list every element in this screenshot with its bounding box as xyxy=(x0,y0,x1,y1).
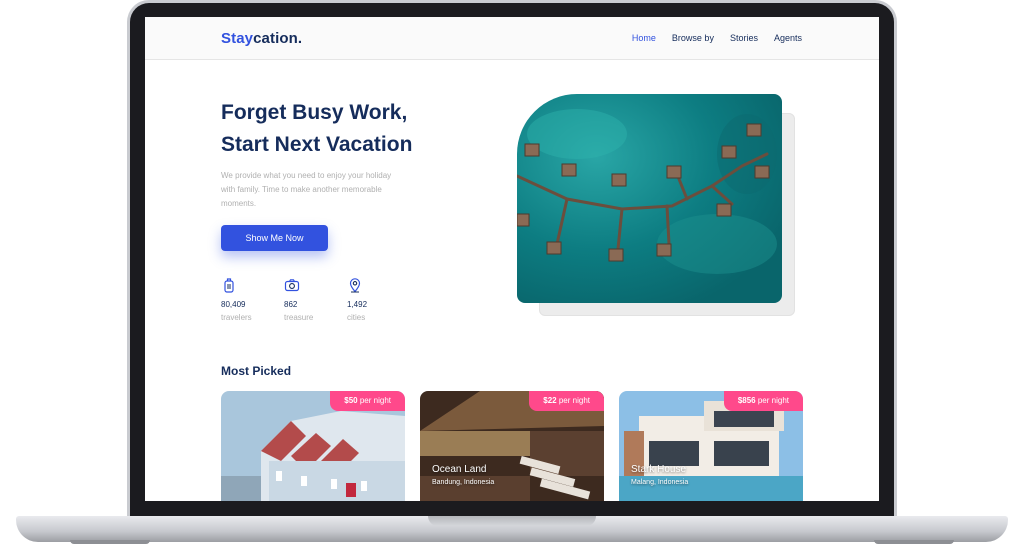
laptop-screen: Staycation. Home Browse by Stories Agent… xyxy=(145,17,879,501)
price-tag: $856 per night xyxy=(723,391,803,411)
hero-image xyxy=(517,94,782,303)
main-nav: Home Browse by Stories Agents xyxy=(632,33,802,43)
property-card-ocean-land[interactable]: $22 per night Ocean Land Bandung, Indone… xyxy=(420,391,604,501)
laptop-foot-right xyxy=(874,540,954,544)
card-title: Stark House xyxy=(631,464,687,475)
site-header: Staycation. Home Browse by Stories Agent… xyxy=(145,17,879,60)
card-location: Malang, Indonesia xyxy=(631,479,689,486)
brand-logo-rest: cation. xyxy=(253,30,303,47)
luggage-icon xyxy=(224,278,234,293)
hero-description: We provide what you need to enjoy your h… xyxy=(221,171,392,208)
stat-treasure-label: treasure xyxy=(284,313,314,322)
nav-browse-by[interactable]: Browse by xyxy=(672,33,714,43)
price-unit: per night xyxy=(558,396,590,405)
laptop-foot-left xyxy=(70,540,150,544)
card-title: Ocean Land xyxy=(432,464,487,475)
nav-home[interactable]: Home xyxy=(632,33,656,43)
show-me-now-button[interactable]: Show Me Now xyxy=(221,225,328,251)
hero-stats: 80,409 travelers 862 treasure 1,492 citi… xyxy=(221,277,410,325)
stat-travelers: 80,409 travelers xyxy=(221,277,284,325)
overwater-villas-illustration xyxy=(517,109,777,274)
hero-title-line1: Forget Busy Work, xyxy=(221,101,408,124)
price-unit: per night xyxy=(757,396,789,405)
brand-logo-accent: Stay xyxy=(221,30,254,47)
map-pin-icon xyxy=(349,278,361,293)
hero-title-line2: Start Next Vacation xyxy=(221,133,413,156)
stat-cities-value: 1,492 xyxy=(347,300,368,309)
hero-title: Forget Busy Work, Start Next Vacation xyxy=(221,97,481,161)
stat-treasure-value: 862 xyxy=(284,300,298,309)
stat-travelers-label: travelers xyxy=(221,313,252,322)
property-card-stark-house[interactable]: $856 per night Stark House Malang, Indon… xyxy=(619,391,803,501)
nav-agents[interactable]: Agents xyxy=(774,33,802,43)
price-value: $856 xyxy=(737,396,756,405)
camera-icon xyxy=(284,279,300,292)
price-value: $22 xyxy=(543,396,557,405)
property-card-1[interactable]: $50 per night xyxy=(221,391,405,501)
price-tag: $22 per night xyxy=(529,391,604,411)
laptop-notch xyxy=(428,516,596,526)
stat-cities: 1,492 cities xyxy=(347,277,410,325)
card-location: Bandung, Indonesia xyxy=(432,479,495,486)
price-value: $50 xyxy=(344,396,358,405)
stat-cities-label: cities xyxy=(347,313,366,322)
stat-travelers-value: 80,409 xyxy=(221,300,246,309)
price-tag: $50 per night xyxy=(330,391,405,411)
brand-logo[interactable]: Staycation. xyxy=(221,30,302,47)
stat-treasure: 862 treasure xyxy=(284,277,347,325)
nav-stories[interactable]: Stories xyxy=(730,33,758,43)
price-unit: per night xyxy=(359,396,391,405)
most-picked-title: Most Picked xyxy=(221,364,292,378)
